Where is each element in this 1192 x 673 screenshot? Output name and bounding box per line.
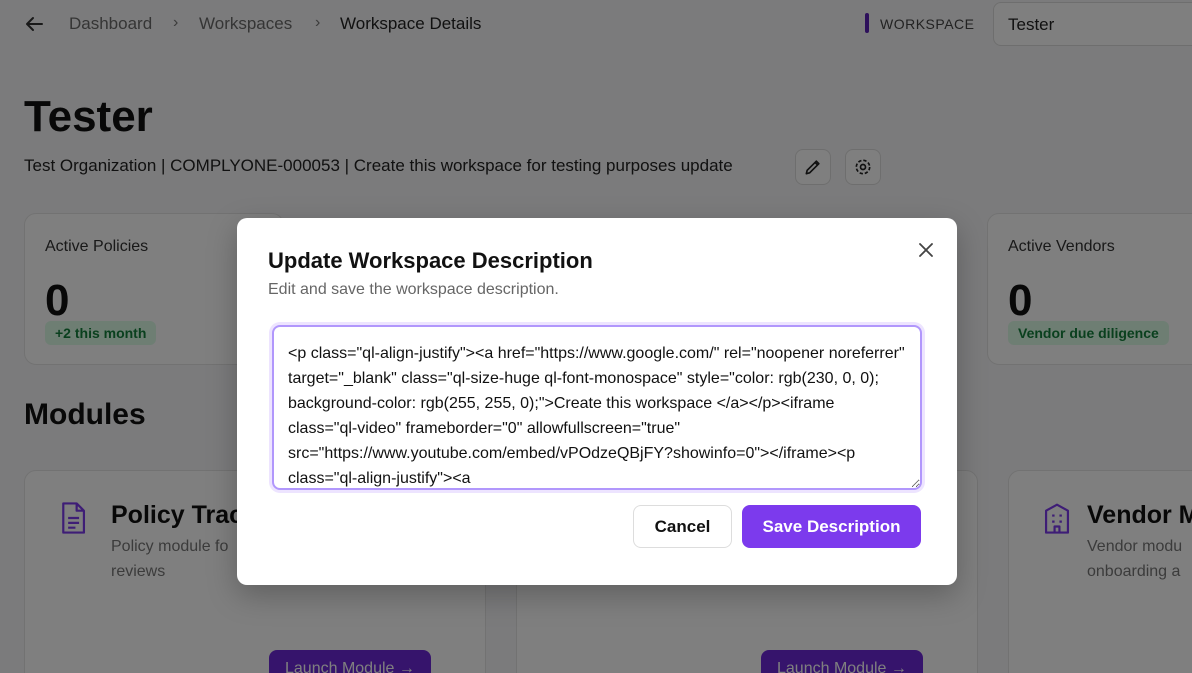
save-description-button[interactable]: Save Description <box>742 505 921 548</box>
close-icon[interactable] <box>915 239 937 261</box>
update-description-dialog: Update Workspace Description Edit and sa… <box>237 218 957 585</box>
description-textarea[interactable]: <p class="ql-align-justify"><a href="htt… <box>272 325 922 490</box>
cancel-button[interactable]: Cancel <box>633 505 732 548</box>
dialog-title: Update Workspace Description <box>268 248 593 273</box>
dialog-subtitle: Edit and save the workspace description. <box>268 281 559 298</box>
